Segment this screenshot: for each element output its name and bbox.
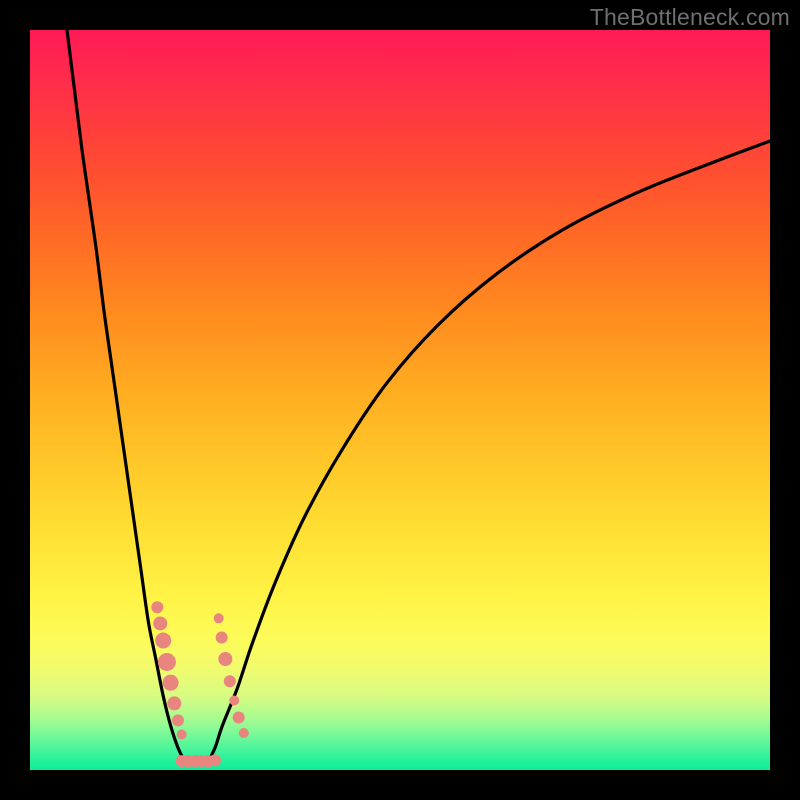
data-marker (224, 675, 236, 687)
plot-area (30, 30, 770, 770)
series-left-branch (67, 30, 185, 763)
data-marker (172, 714, 184, 726)
watermark-text: TheBottleneck.com (590, 4, 790, 31)
data-marker (151, 601, 163, 613)
data-marker (216, 632, 228, 644)
data-marker (153, 616, 167, 630)
data-marker (214, 613, 224, 623)
data-marker (239, 728, 249, 738)
data-marker (163, 675, 179, 691)
data-marker (167, 696, 181, 710)
data-marker (229, 695, 239, 705)
series-right-branch (208, 141, 770, 763)
data-marker (177, 729, 187, 739)
curve-layer (67, 30, 770, 763)
data-marker (233, 711, 245, 723)
marker-layer (151, 601, 249, 767)
data-marker (218, 652, 232, 666)
data-marker (158, 653, 176, 671)
data-marker (155, 633, 171, 649)
data-marker (209, 754, 221, 766)
chart-svg (30, 30, 770, 770)
outer-frame: TheBottleneck.com (0, 0, 800, 800)
